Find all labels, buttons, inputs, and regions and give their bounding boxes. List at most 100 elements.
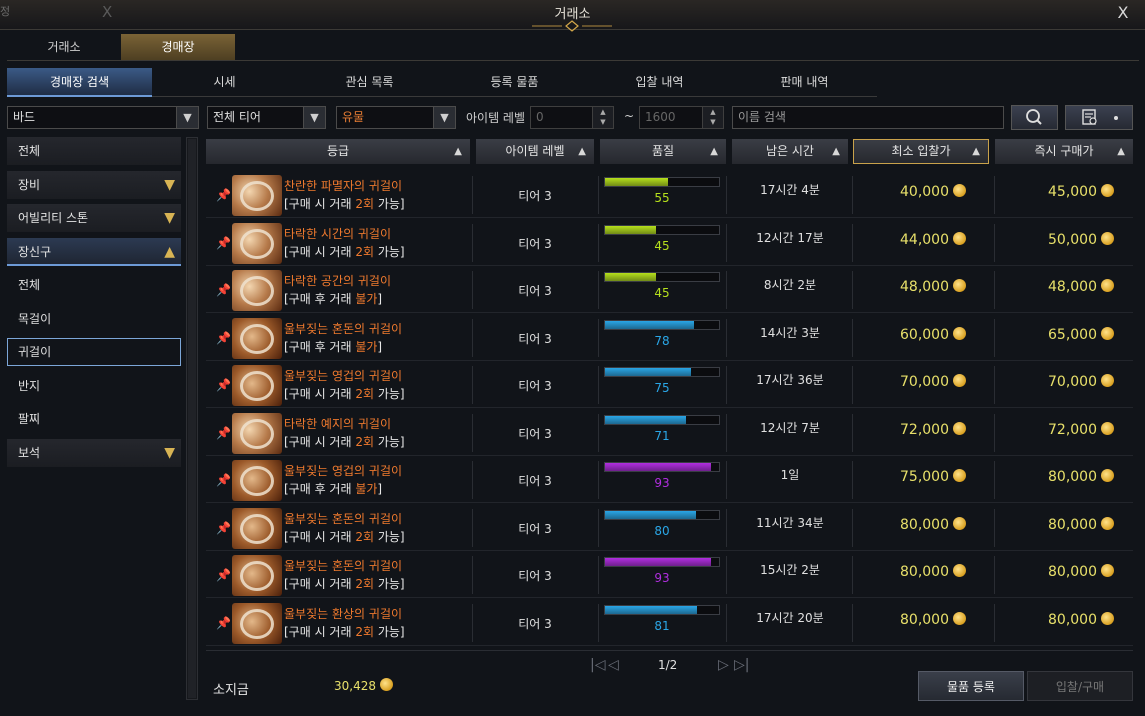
min-bid-price: 40,000	[856, 184, 966, 200]
next-page-icon[interactable]: ▷	[718, 657, 729, 673]
table-row[interactable]: 📌 울부짖는 영겁의 귀걸이 [구매 시 거래 2회 가능] 티어 3 75 1…	[206, 363, 1133, 408]
table-row[interactable]: 📌 울부짖는 영겁의 귀걸이 [구매 후 거래 불가] 티어 3 93 1일 7…	[206, 458, 1133, 503]
trade-text: [구매 시 거래	[284, 387, 356, 401]
header-min-bid[interactable]: 최소 입찰가 ▲	[853, 139, 989, 164]
sidebar-scrollbar[interactable]	[186, 137, 198, 700]
subtab-watchlist[interactable]: 관심 목록	[297, 68, 442, 97]
price-value: 50,000	[1048, 231, 1097, 248]
prev-page-icon[interactable]: ◁	[608, 657, 619, 673]
header-quality[interactable]: 품질 ▲	[600, 139, 726, 164]
name-search-input[interactable]: 이름 검색	[732, 106, 1004, 129]
category-all[interactable]: 전체	[7, 137, 181, 165]
chest-earring-icon	[232, 602, 282, 644]
subcategory-necklace[interactable]: 목걸이	[7, 305, 181, 333]
quality-bar-fill	[605, 605, 698, 614]
subcategory-earring[interactable]: 귀걸이	[7, 338, 181, 366]
category-accessory[interactable]: 장신구 ▲	[7, 237, 181, 266]
favorite-pin-icon[interactable]: 📌	[216, 568, 231, 582]
table-row[interactable]: 📌 울부짖는 혼돈의 귀걸이 [구매 시 거래 2회 가능] 티어 3 93 1…	[206, 553, 1133, 598]
table-row[interactable]: 📌 울부짖는 혼돈의 귀걸이 [구매 시 거래 2회 가능] 티어 3 80 1…	[206, 506, 1133, 551]
increment-icon[interactable]: ▲	[593, 107, 613, 117]
favorite-pin-icon[interactable]: 📌	[216, 378, 231, 392]
subtab-auction-search[interactable]: 경매장 검색	[7, 68, 152, 97]
first-page-icon[interactable]: |◁	[590, 657, 605, 673]
header-grade[interactable]: 등급 ▲	[206, 139, 470, 164]
scrollbar-thumb[interactable]	[188, 139, 196, 698]
table-row[interactable]: 📌 울부짖는 혼돈의 귀걸이 [구매 후 거래 불가] 티어 3 78 14시간…	[206, 316, 1133, 361]
category-gem[interactable]: 보석 ▼	[7, 438, 181, 467]
column-divider	[472, 366, 473, 404]
subtab-registered-items[interactable]: 등록 물품	[442, 68, 587, 97]
table-row[interactable]: 📌 타락한 시간의 귀걸이 [구매 시 거래 2회 가능] 티어 3 45 12…	[206, 221, 1133, 266]
table-row[interactable]: 📌 찬란한 파멸자의 귀걸이 [구매 시 거래 2회 가능] 티어 3 55 1…	[206, 173, 1133, 218]
price-value: 65,000	[1048, 326, 1097, 343]
header-remaining-time[interactable]: 남은 시간 ▲	[732, 139, 848, 164]
favorite-pin-icon[interactable]: 📌	[216, 521, 231, 535]
chest-earring-icon	[232, 555, 282, 596]
tab-exchange[interactable]: 거래소	[7, 34, 121, 60]
remaining-time: 1일	[780, 468, 800, 482]
bid-buy-button[interactable]: 입찰/구매	[1027, 671, 1133, 701]
remaining-time: 17시간 36분	[756, 373, 824, 387]
sub-tabs: 경매장 검색 시세 관심 목록 등록 물품 입찰 내역 판매 내역	[7, 68, 877, 97]
decrement-icon[interactable]: ▼	[593, 117, 613, 127]
favorite-pin-icon[interactable]: 📌	[216, 236, 231, 250]
increment-icon[interactable]: ▲	[703, 107, 723, 117]
quality-bar	[604, 414, 720, 425]
gold-earring-icon	[232, 222, 282, 264]
price-value: 75,000	[900, 469, 949, 485]
subcategory-all[interactable]: 전체	[7, 271, 181, 299]
grade-dropdown-value: 유물	[342, 110, 365, 124]
detail-search-button[interactable]	[1065, 105, 1133, 130]
column-divider	[726, 461, 727, 499]
trade-highlight: 2회	[355, 434, 375, 449]
close-button[interactable]: X	[1113, 3, 1133, 23]
favorite-pin-icon[interactable]: 📌	[216, 283, 231, 297]
subtab-sales-history[interactable]: 판매 내역	[732, 68, 877, 97]
register-item-button[interactable]: 물품 등록	[918, 671, 1024, 701]
table-row[interactable]: 📌 타락한 예지의 귀걸이 [구매 시 거래 2회 가능] 티어 3 71 12…	[206, 411, 1133, 456]
header-label: 즉시 구매가	[1034, 144, 1094, 158]
category-ability-stone[interactable]: 어빌리티 스톤 ▼	[7, 204, 181, 232]
subcategory-ring[interactable]: 반지	[7, 372, 181, 400]
min-bid-price: 72,000	[856, 421, 966, 438]
grade-dropdown[interactable]: 유물 ▼	[336, 106, 456, 129]
column-divider	[472, 413, 473, 452]
level-max-stepper[interactable]: ▲ ▼	[702, 106, 724, 129]
subtab-bid-history[interactable]: 입찰 내역	[587, 68, 732, 97]
subcategory-bracelet[interactable]: 팔찌	[7, 405, 181, 433]
quality-bar	[604, 272, 720, 282]
header-buyout[interactable]: 즉시 구매가 ▲	[995, 139, 1133, 164]
chevron-up-icon: ▲	[164, 243, 175, 260]
favorite-pin-icon[interactable]: 📌	[216, 331, 231, 345]
header-item-level[interactable]: 아이템 레벨 ▲	[476, 139, 594, 164]
quality-value: 45	[654, 238, 670, 253]
level-min-stepper[interactable]: ▲ ▼	[592, 106, 614, 129]
gold-coin-icon	[1101, 279, 1114, 292]
table-row[interactable]: 📌 타락한 공간의 귀걸이 [구매 후 거래 불가] 티어 3 45 8시간 2…	[206, 268, 1133, 313]
gold-coin-icon	[1101, 611, 1114, 625]
min-bid-price: 75,000	[856, 469, 966, 485]
tab-auction[interactable]: 경매장	[121, 34, 235, 60]
favorite-pin-icon[interactable]: 📌	[216, 616, 231, 630]
last-page-icon[interactable]: ▷|	[734, 657, 749, 673]
column-divider	[726, 556, 727, 594]
quality-value: 78	[654, 333, 670, 348]
decrement-icon[interactable]: ▼	[703, 117, 723, 127]
category-equipment[interactable]: 장비 ▼	[7, 170, 181, 199]
favorite-pin-icon[interactable]: 📌	[216, 188, 231, 202]
favorite-pin-icon[interactable]: 📌	[216, 473, 231, 487]
favorite-pin-icon[interactable]: 📌	[216, 426, 231, 440]
earring-shape-icon	[240, 181, 274, 211]
quality-bar-fill	[605, 510, 697, 519]
search-button[interactable]	[1011, 105, 1058, 130]
table-row[interactable]: 📌 울부짖는 환상의 귀걸이 [구매 시 거래 2회 가능] 티어 3 81 1…	[206, 601, 1133, 646]
remaining-time: 14시간 3분	[760, 325, 820, 340]
subtab-market-price[interactable]: 시세	[152, 68, 297, 97]
trade-text: 가능]	[374, 387, 405, 401]
class-dropdown[interactable]: 바드 ▼	[7, 106, 199, 129]
gold-coin-icon	[380, 678, 393, 691]
column-divider	[472, 271, 473, 309]
tier-dropdown[interactable]: 전체 티어 ▼	[207, 106, 326, 129]
trade-restriction: [구매 시 거래 2회 가능]	[284, 528, 405, 545]
